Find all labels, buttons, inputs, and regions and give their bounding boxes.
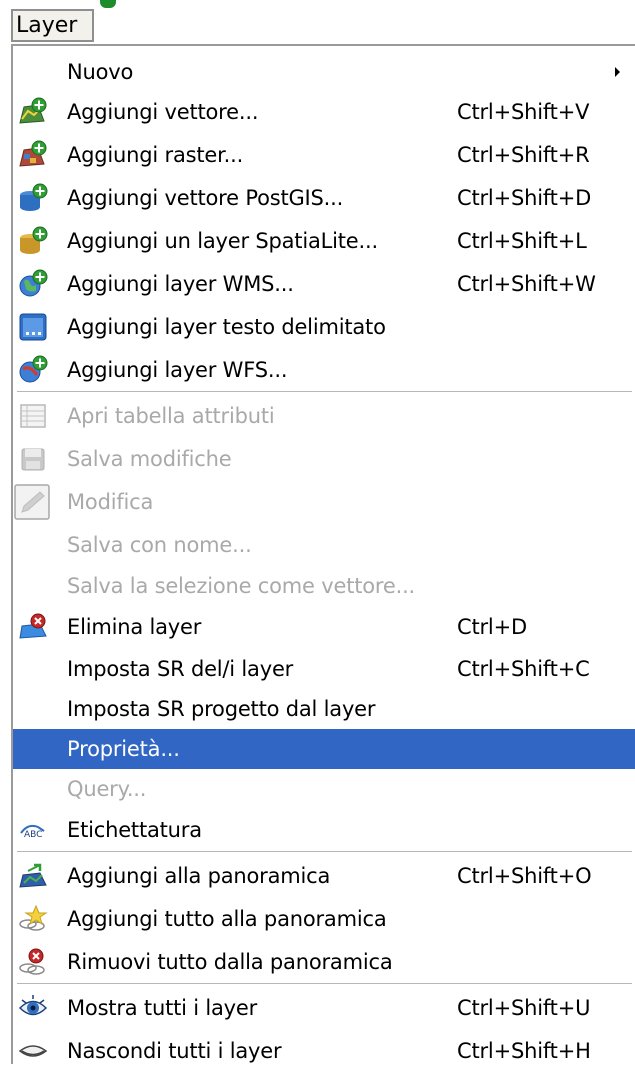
menu-separator (17, 391, 632, 393)
menu-item-query[interactable]: Query... (13, 769, 635, 809)
add-wfs-icon (18, 355, 48, 385)
menu-item-add-spatialite[interactable]: Aggiungi un layer SpatiaLite... Ctrl+Shi… (13, 221, 635, 261)
menu-item-label: Aggiungi layer testo delimitato (67, 315, 386, 339)
layer-dropdown-menu: Nuovo Aggiungi vettore... Ctrl+Shift+V A… (11, 44, 635, 1064)
menu-item-label: Rimuovi tutto dalla panoramica (67, 950, 393, 974)
menu-item-label: Aggiungi vettore... (67, 100, 259, 124)
menu-item-shortcut: Ctrl+Shift+O (457, 864, 592, 888)
add-vector-icon (18, 97, 48, 127)
menu-item-label: Imposta SR del/i layer (67, 657, 294, 681)
menu-item-label: Aggiungi tutto alla panoramica (67, 907, 387, 931)
menu-item-set-project-crs[interactable]: Imposta SR progetto dal layer (13, 689, 635, 729)
menu-item-label: Aggiungi un layer SpatiaLite... (67, 229, 378, 253)
menu-item-shortcut: Ctrl+Shift+W (457, 272, 596, 296)
add-wms-icon (18, 269, 48, 299)
menu-separator (17, 851, 632, 853)
add-raster-icon (18, 140, 48, 170)
submenu-arrow-icon (615, 67, 620, 77)
menu-item-add-delimited-text[interactable]: Aggiungi layer testo delimitato (13, 307, 635, 347)
svg-text:ABC: ABC (24, 830, 42, 840)
menu-item-shortcut: Ctrl+Shift+L (457, 229, 587, 253)
window-top-strip (0, 0, 635, 10)
menu-item-label: Etichettatura (67, 818, 202, 842)
menu-item-toggle-editing[interactable]: Modifica (13, 482, 635, 522)
menu-layer[interactable]: Layer (11, 9, 94, 42)
menu-item-remove-layer[interactable]: Elimina layer Ctrl+D (13, 607, 635, 647)
menu-item-label: Aggiungi vettore PostGIS... (67, 186, 344, 210)
labeling-icon: ABC (18, 815, 48, 845)
menu-item-add-postgis[interactable]: Aggiungi vettore PostGIS... Ctrl+Shift+D (13, 178, 635, 218)
menu-item-hide-all-layers[interactable]: Nascondi tutti i layer Ctrl+Shift+H (13, 1031, 635, 1071)
menu-item-set-layer-crs[interactable]: Imposta SR del/i layer Ctrl+Shift+C (13, 649, 635, 689)
attribute-table-icon (18, 401, 48, 431)
menu-item-properties[interactable]: Proprietà... (13, 729, 635, 769)
menu-item-label: Elimina layer (67, 615, 202, 639)
menu-item-save-as[interactable]: Salva con nome... (13, 525, 635, 565)
menu-item-label: Aggiungi layer WFS... (67, 358, 288, 382)
menu-item-remove-all-from-overview[interactable]: Rimuovi tutto dalla panoramica (13, 942, 635, 982)
menu-item-nuovo[interactable]: Nuovo (13, 52, 635, 92)
menu-item-label: Aggiungi raster... (67, 143, 244, 167)
menu-item-label: Salva con nome... (67, 533, 252, 557)
menu-item-shortcut: Ctrl+Shift+R (457, 143, 590, 167)
menu-item-shortcut: Ctrl+Shift+C (457, 657, 590, 681)
menu-item-label: Modifica (67, 490, 154, 514)
menu-item-label: Salva la selezione come vettore... (67, 574, 416, 598)
menu-item-add-wfs[interactable]: Aggiungi layer WFS... (13, 350, 635, 390)
menu-item-add-vector[interactable]: Aggiungi vettore... Ctrl+Shift+V (13, 92, 635, 132)
menu-item-label: Nuovo (67, 60, 134, 84)
menu-item-label: Salva modifiche (67, 447, 232, 471)
menu-item-add-to-overview[interactable]: Aggiungi alla panoramica Ctrl+Shift+O (13, 856, 635, 896)
menu-item-shortcut: Ctrl+Shift+V (457, 100, 590, 124)
menu-item-save-edits[interactable]: Salva modifiche (13, 439, 635, 479)
menu-item-label: Aggiungi layer WMS... (67, 272, 294, 296)
app-logo-fragment (100, 0, 116, 8)
show-all-layers-icon (18, 993, 48, 1023)
menu-item-add-all-to-overview[interactable]: Aggiungi tutto alla panoramica (13, 899, 635, 939)
save-edits-icon (18, 444, 48, 474)
menu-item-labeling[interactable]: ABC Etichettatura (13, 810, 635, 850)
menu-separator (17, 983, 632, 985)
menu-item-shortcut: Ctrl+D (457, 615, 527, 639)
add-to-overview-icon (18, 861, 48, 891)
menu-item-label: Proprietà... (67, 737, 180, 761)
menu-item-shortcut: Ctrl+Shift+H (457, 1039, 591, 1063)
hide-all-layers-icon (18, 1036, 48, 1066)
menu-item-add-wms[interactable]: Aggiungi layer WMS... Ctrl+Shift+W (13, 264, 635, 304)
remove-layer-icon (18, 612, 48, 642)
menu-item-shortcut: Ctrl+Shift+D (457, 186, 592, 210)
delimited-text-icon (18, 312, 48, 342)
menu-item-add-raster[interactable]: Aggiungi raster... Ctrl+Shift+R (13, 135, 635, 175)
edit-pencil-icon (14, 484, 50, 520)
menu-item-label: Mostra tutti i layer (67, 996, 258, 1020)
add-all-overview-icon (18, 904, 48, 934)
menu-item-label: Query... (67, 777, 147, 801)
menu-item-shortcut: Ctrl+Shift+U (457, 996, 591, 1020)
menu-item-open-attribute-table[interactable]: Apri tabella attributi (13, 396, 635, 436)
menu-item-label: Aggiungi alla panoramica (67, 864, 331, 888)
menu-item-label: Apri tabella attributi (67, 404, 275, 428)
add-spatialite-icon (18, 226, 48, 256)
menu-item-label: Imposta SR progetto dal layer (67, 697, 376, 721)
menu-item-label: Nascondi tutti i layer (67, 1039, 282, 1063)
menu-item-show-all-layers[interactable]: Mostra tutti i layer Ctrl+Shift+U (13, 988, 635, 1028)
add-postgis-icon (18, 183, 48, 213)
menu-item-save-selection-as-vector[interactable]: Salva la selezione come vettore... (13, 566, 635, 606)
remove-all-overview-icon (18, 947, 48, 977)
